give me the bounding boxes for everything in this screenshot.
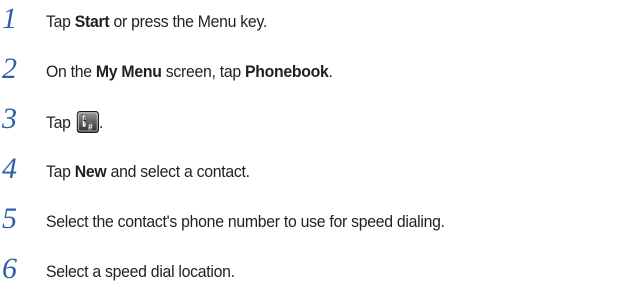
svg-text:#: #: [88, 122, 93, 132]
step-number: 1: [2, 2, 17, 35]
step-number: 5: [2, 202, 17, 235]
ui-term-new: New: [74, 162, 107, 181]
step-text: Tap # .: [46, 111, 104, 133]
ui-term-phonebook: Phonebook: [244, 62, 329, 81]
step-number: 6: [2, 252, 17, 285]
step-5: 5 Select the contact's phone number to u…: [0, 204, 626, 244]
ui-term-my-menu: My Menu: [95, 62, 162, 81]
step-number: 3: [2, 102, 17, 135]
step-3: 3 Tap # .: [0, 104, 626, 144]
speed-dial-icon: #: [76, 111, 99, 133]
step-4: 4 Tap New and select a contact.: [0, 154, 626, 194]
step-1: 1 Tap Start or press the Menu key.: [0, 4, 626, 44]
step-number: 4: [2, 152, 17, 185]
step-number: 2: [2, 52, 17, 85]
step-2: 2 On the My Menu screen, tap Phonebook.: [0, 54, 626, 94]
step-text: Select a speed dial location.: [46, 262, 235, 281]
step-text: Select the contact's phone number to use…: [46, 212, 445, 231]
step-text: On the My Menu screen, tap Phonebook.: [46, 62, 333, 81]
step-6: 6 Select a speed dial location.: [0, 254, 626, 294]
step-text: Tap Start or press the Menu key.: [46, 12, 268, 31]
ui-term-start: Start: [74, 12, 110, 31]
step-text: Tap New and select a contact.: [46, 162, 250, 181]
